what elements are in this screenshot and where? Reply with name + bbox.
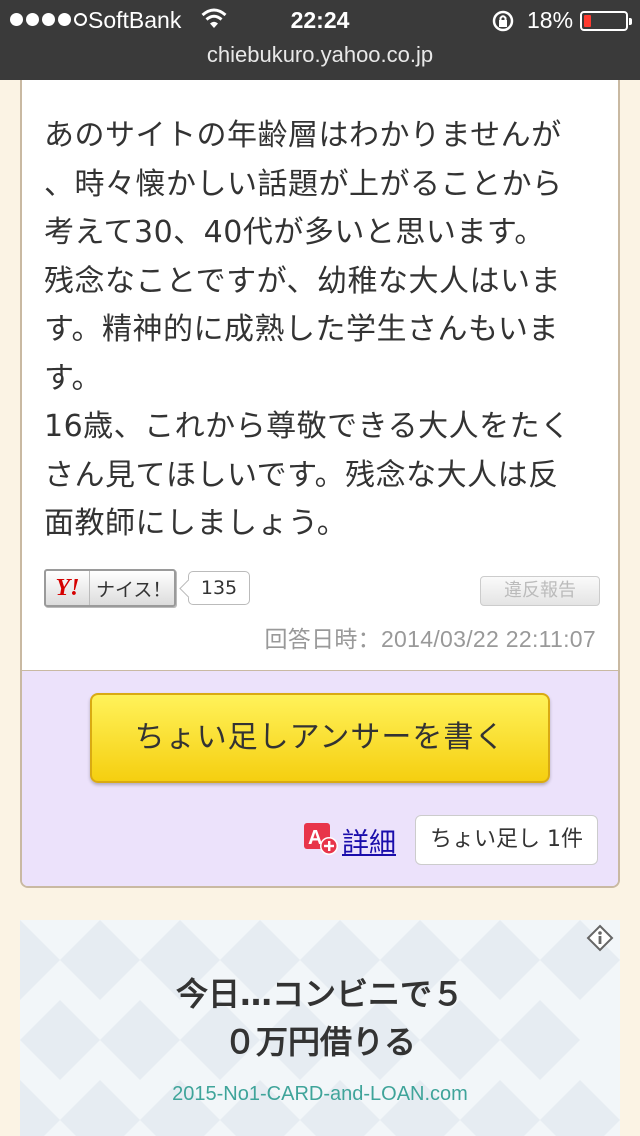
answer-card: あのサイトの年齢層はわかりませんが 、時々懐かしい話題が上がることから 考えて3…: [20, 80, 620, 888]
ad-title-line: ０万円借りる: [223, 1023, 416, 1061]
answer-date: 回答日時：2014/03/22 22:11:07: [264, 626, 596, 652]
nice-label: ナイス！: [96, 578, 172, 601]
detail-plus-icon: A: [304, 823, 338, 855]
address-bar[interactable]: chiebukuro.yahoo.co.jp: [0, 42, 640, 68]
ad-url[interactable]: 2015-No1-CARD-and-LOAN.com: [20, 1083, 620, 1106]
answer-line: さん見てほしいです。残念な大人は反: [44, 457, 559, 493]
answer-body: あのサイトの年齢層はわかりませんが 、時々懐かしい話題が上がることから 考えて3…: [44, 112, 604, 549]
write-supplement-button[interactable]: ちょい足しアンサーを書く: [90, 693, 550, 783]
nice-button[interactable]: Y! ナイス！: [44, 569, 176, 607]
ad-title: 今日…コンビニで５ ０万円借りる: [20, 970, 620, 1066]
ad-info-icon[interactable]: [586, 924, 614, 952]
answer-line: 残念なことですが、幼稚な大人はいま: [44, 263, 561, 299]
ad-title-line: 今日…コンビニで５: [175, 975, 464, 1013]
rotation-lock-icon: [492, 10, 514, 32]
answer-line: 面教師にしましょう。: [44, 506, 348, 541]
answer-line: 、時々懐かしい話題が上がることから: [44, 166, 563, 202]
nice-count: 135: [188, 571, 250, 605]
detail-link[interactable]: 詳細: [342, 821, 396, 860]
supplement-panel: ちょい足しアンサーを書く A 詳細 ちょい足し 1件: [22, 670, 618, 886]
answer-line: す。: [44, 360, 102, 396]
supplement-count: ちょい足し 1件: [415, 815, 598, 865]
answer-line: 考えて30、40代が多いと思います。: [44, 215, 545, 250]
browser-chrome: SoftBank 22:24 18% chiebukuro.yahoo.co.j…: [0, 0, 640, 80]
battery-icon: [580, 11, 632, 31]
answer-line: 16歳、これから尊敬できる大人をたく: [44, 409, 571, 444]
yahoo-logo: Y!: [46, 571, 90, 605]
answer-line: あのサイトの年齢層はわかりませんが: [44, 118, 562, 153]
report-button[interactable]: 違反報告: [480, 576, 600, 606]
ad-banner[interactable]: 今日…コンビニで５ ０万円借りる 2015-No1-CARD-and-LOAN.…: [20, 920, 620, 1136]
status-bar: SoftBank 22:24 18%: [0, 0, 640, 40]
nice-group: Y! ナイス！ 135: [44, 569, 250, 607]
battery-percent: 18%: [527, 7, 574, 33]
answer-line: す。精神的に成熟した学生さんもいま: [44, 312, 559, 347]
